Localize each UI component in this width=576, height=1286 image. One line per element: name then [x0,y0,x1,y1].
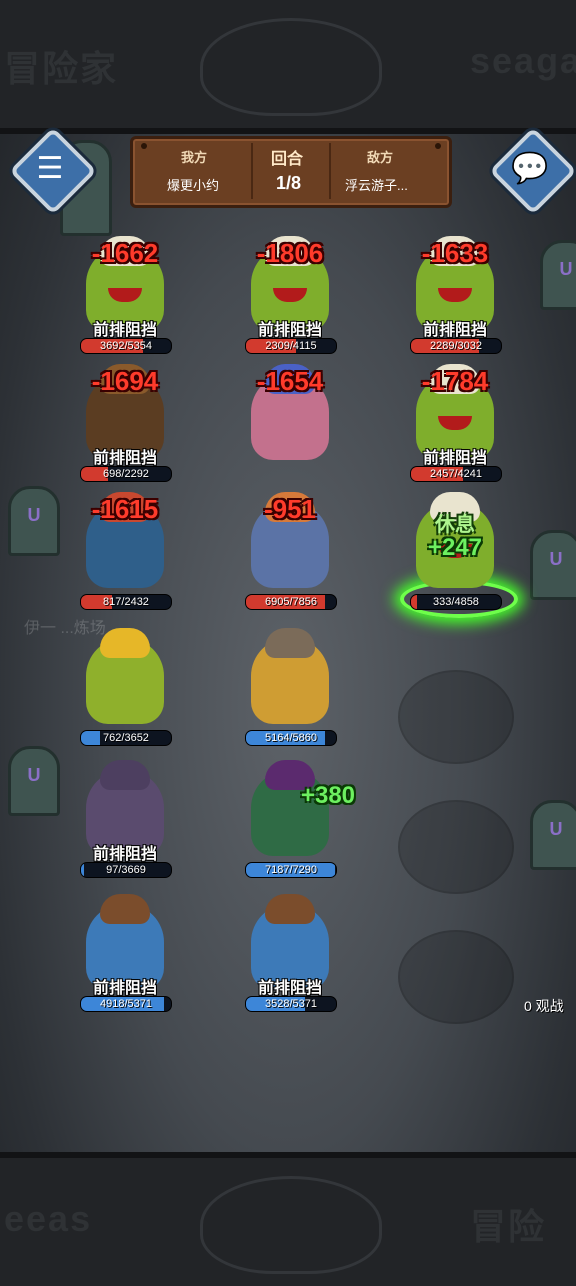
unit-plant[interactable]: 762/3652 [50,628,200,752]
my-side-label: 我方 [181,150,208,165]
golem-head [100,760,150,790]
hp-text: 817/2432 [103,596,149,608]
enemy-player-name: 浮云游子... [345,178,408,193]
unit-cactus-1[interactable]: -1662 前排阻挡 3692/5354 [50,236,200,360]
unit-golem[interactable]: 前排阻挡 97/3669 [50,760,200,884]
damage-number: -1806 [256,238,324,268]
unit-cactus-4[interactable]: -1784 前排阻挡 2457/4241 [380,364,530,488]
hp-text: 7187/7290 [265,864,317,876]
hp-text: 3692/5354 [100,340,152,352]
heal-number: +247 [427,534,483,561]
frame-logo-left: 冒险家 [4,48,119,89]
damage-number: -1633 [421,238,489,268]
unit-cactus-3[interactable]: -1633 前排阻挡 2289/3032 [380,236,530,360]
crab-head [265,894,315,924]
hp-text: 2289/3032 [430,340,482,352]
divider [251,143,253,199]
crab-head [100,894,150,924]
damage-number: -1654 [256,366,324,396]
status-taunt-label: 前排阻挡 [92,846,157,863]
plant-head [100,628,150,658]
hp-text: 97/3669 [106,864,146,876]
gravestone: U [530,530,576,600]
bottom-frame: eeas 冒险 [0,1152,576,1286]
hp-bar: 97/3669 [80,862,172,878]
hp-bar: 817/2432 [80,594,172,610]
empty-slot[interactable] [398,800,514,894]
unit-mermaid[interactable]: -1654 [215,364,365,488]
hp-bar: 7187/7290 [245,862,337,878]
unit-knight[interactable]: -951 6905/7856 [215,492,365,616]
spectator-count[interactable]: 0 观战 [524,996,564,1016]
my-player-name: 爆更小约 [167,178,220,193]
hp-bar: 2309/4115 [245,338,337,354]
hp-text: 4918/5371 [100,998,152,1010]
unit-crab-2[interactable]: 前排阻挡 3528/5371 [215,894,365,1018]
damage-number: -1784 [421,366,489,396]
rest-label: 休息 [435,514,475,536]
hp-bar: 762/3652 [80,730,172,746]
frame-logo-left: eeas [4,1198,93,1239]
status-taunt-label: 前排阻挡 [92,322,157,339]
unit-cauldron[interactable]: -1694 前排阻挡 698/2292 [50,364,200,488]
unit-cactus-rest[interactable]: 休息 +247 333/4858 [380,492,530,618]
hp-bar: 3528/5371 [245,996,337,1012]
damage-number: -951 [263,494,317,524]
menu-icon: ☰ [36,151,64,185]
hp-bar: 3692/5354 [80,338,172,354]
nail-decoration [435,143,441,149]
hp-text: 762/3652 [103,732,149,744]
status-taunt-label: 前排阻挡 [92,450,157,467]
enemy-side-label: 敌方 [367,150,394,165]
frame-emblem [200,1176,382,1274]
round-label: 回合 [271,151,304,168]
frame-logo-right: 冒险 [470,1206,547,1247]
hp-bar: 6905/7856 [245,594,337,610]
menu-button[interactable]: ☰ [9,127,97,215]
status-taunt-label: 前排阻挡 [422,322,487,339]
unit-diver[interactable]: -1615 817/2432 [50,492,200,616]
gravestone: U [530,800,576,870]
heal-number: +380 [300,782,356,809]
unit-crab-1[interactable]: 前排阻挡 4918/5371 [50,894,200,1018]
status-taunt-label: 前排阻挡 [257,980,322,997]
hp-bar: 2289/3032 [410,338,502,354]
scoreboard: 我方 爆更小约 回合 1/8 敌方 浮云游子... [130,136,452,208]
unit-dark-knight[interactable]: +380 7187/7290 [215,760,365,884]
unit-tower[interactable]: 5164/5860 [215,628,365,752]
hp-text: 2457/4241 [430,468,482,480]
status-taunt-label: 前排阻挡 [257,322,322,339]
hp-text: 5164/5860 [265,732,317,744]
status-taunt-label: 前排阻挡 [92,980,157,997]
chat-button[interactable]: 💬 [489,127,576,215]
round-value: 1/8 [276,173,302,193]
empty-slot[interactable] [398,670,514,764]
damage-number: -1615 [91,494,159,524]
damage-number: -1662 [91,238,159,268]
top-frame: 冒险家 seaga [0,0,576,134]
tower-head [265,628,315,658]
hp-bar: 4918/5371 [80,996,172,1012]
frame-logo-right: seaga [470,40,576,81]
hp-bar: 333/4858 [410,594,502,610]
frame-emblem [200,18,382,116]
hp-text: 698/2292 [103,468,149,480]
hp-text: 333/4858 [433,596,479,608]
nail-decoration [141,143,147,149]
gravestone: U [540,240,576,310]
empty-slot[interactable] [398,930,514,1024]
chat-bubble-icon: 💬 [511,151,549,185]
hp-text: 3528/5371 [265,998,317,1010]
hp-bar: 698/2292 [80,466,172,482]
hp-text: 6905/7856 [265,596,317,608]
unit-cactus-2[interactable]: -1806 前排阻挡 2309/4115 [215,236,365,360]
status-taunt-label: 前排阻挡 [422,450,487,467]
hp-bar: 2457/4241 [410,466,502,482]
hp-bar: 5164/5860 [245,730,337,746]
divider [329,143,331,199]
damage-number: -1694 [91,366,159,396]
hp-text: 2309/4115 [265,340,317,352]
